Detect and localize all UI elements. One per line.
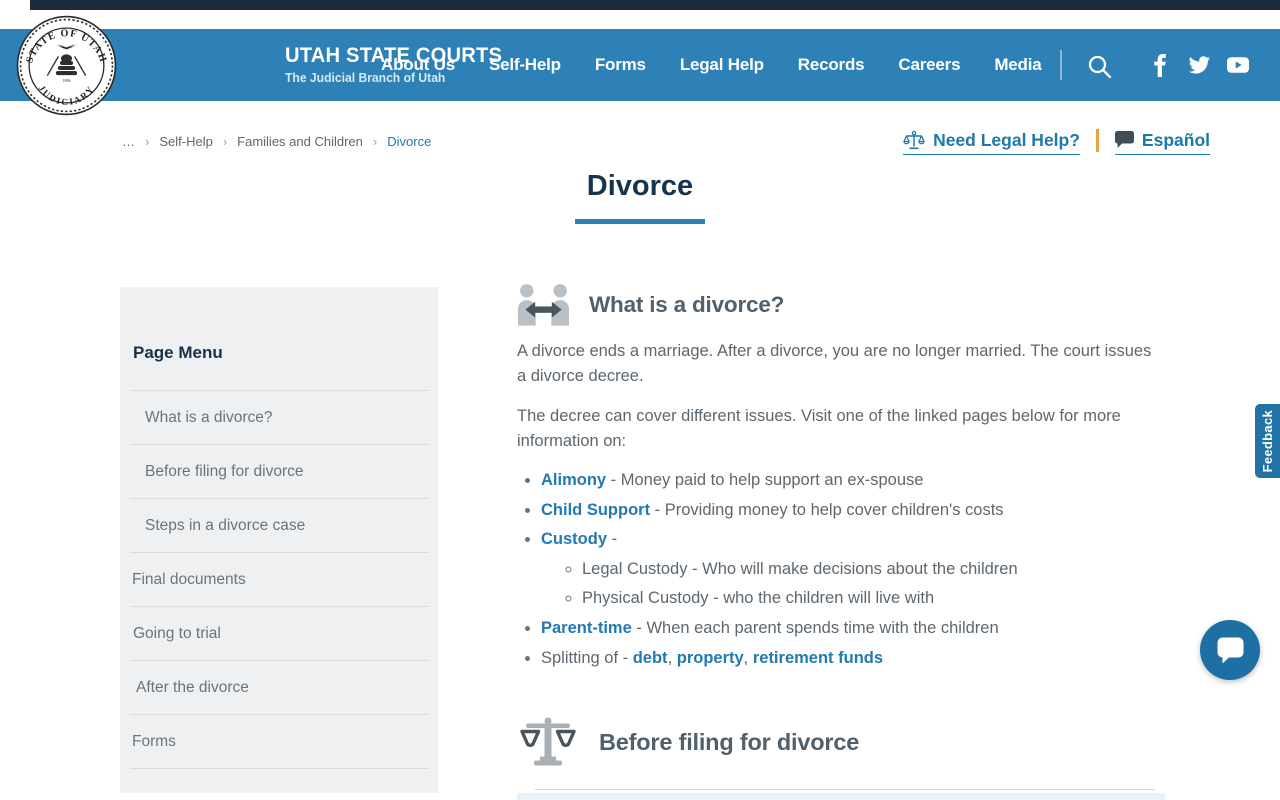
sidebar-item-steps-in-case[interactable]: Steps in a divorce case [120,499,438,552]
youtube-icon [1227,57,1249,73]
section-heading: What is a divorce? [589,292,784,318]
nav-item-legal-help[interactable]: Legal Help [680,55,764,75]
property-link[interactable]: property [677,649,744,667]
list-item-child-support: Child Support - Providing money to help … [541,499,1165,521]
alimony-link[interactable]: Alimony [541,471,606,489]
section-before-filing-header: Before filing for divorce [519,716,859,769]
intro-paragraph: A divorce ends a marriage. After a divor… [517,339,1157,388]
breadcrumb-collapsed-toggle[interactable]: … [122,134,135,149]
sidebar-item-forms[interactable]: Forms [120,715,438,768]
search-icon [1087,54,1113,80]
nav-item-media[interactable]: Media [994,55,1041,75]
breadcrumb-divorce-current: Divorce [387,134,431,149]
custody-link[interactable]: Custody [541,530,607,548]
twitter-icon [1189,56,1210,74]
sidebar-item-going-to-trial[interactable]: Going to trial [120,607,438,660]
sidebar-item-what-is-a-divorce[interactable]: What is a divorce? [120,391,438,444]
seal-year-text: 1896 [62,78,70,83]
list-item-alimony: Alimony - Money paid to help support an … [541,469,1165,491]
search-button[interactable] [1087,54,1113,80]
nav-item-records[interactable]: Records [798,55,865,75]
section-heading: Before filing for divorce [599,729,859,756]
chat-bubble-icon [1217,637,1244,664]
breadcrumb-separator: › [223,134,227,149]
breadcrumb: … › Self-Help › Families and Children › … [122,134,431,149]
youtube-button[interactable] [1226,53,1250,77]
breadcrumb-self-help[interactable]: Self-Help [159,134,212,149]
sidebar-item-final-documents[interactable]: Final documents [120,553,438,606]
content-divider [535,789,1155,790]
parent-time-description: - When each parent spends time with the … [632,619,999,637]
list-item-parent-time: Parent-time - When each parent spends ti… [541,617,1165,639]
sidebar-divider [130,768,428,769]
breadcrumb-separator: › [373,134,377,149]
seal-icon: STATE OF UTAH JUDICIARY 1896 [16,15,117,116]
comma-separator: , [668,649,677,667]
feedback-label: Feedback [1260,410,1275,472]
custody-description: - [607,530,617,548]
nav-item-about-us[interactable]: About Us [381,55,455,75]
social-links [1148,53,1250,77]
page-menu-title: Page Menu [120,287,438,390]
section-bg-strip [517,793,1165,800]
espanol-link[interactable]: Español [1115,130,1210,155]
chat-button[interactable] [1200,620,1260,680]
divorce-topics-list: Alimony - Money paid to help support an … [517,469,1165,669]
top-dark-bar [30,0,1280,10]
list-item-physical-custody: Physical Custody - who the children will… [582,587,1165,609]
page: STATE OF UTAH JUDICIARY 1896 UTAH STATE … [0,0,1280,800]
list-item-custody: Custody - Legal Custody - Who will make … [541,528,1165,609]
section-what-is-divorce-header: What is a divorce? [517,283,1165,326]
feedback-tab[interactable]: Feedback [1255,404,1280,478]
comma-separator: , [744,649,753,667]
nav-item-forms[interactable]: Forms [595,55,646,75]
list-item-legal-custody: Legal Custody - Who will make decisions … [582,558,1165,580]
utility-links: Need Legal Help? Español [903,129,1210,155]
parent-time-link[interactable]: Parent-time [541,619,632,637]
list-item-splitting: Splitting of - debt, property, retiremen… [541,647,1165,669]
utah-courts-seal-logo[interactable]: STATE OF UTAH JUDICIARY 1896 [16,15,117,116]
divorcing-couple-icon [517,283,570,326]
debt-link[interactable]: debt [633,649,668,667]
title-underline [575,219,705,224]
main-nav: About Us Self-Help Forms Legal Help Reco… [381,29,1042,101]
decree-paragraph: The decree can cover different issues. V… [517,404,1157,453]
need-legal-help-label: Need Legal Help? [933,130,1080,151]
nav-item-self-help[interactable]: Self-Help [489,55,561,75]
child-support-link[interactable]: Child Support [541,501,650,519]
nav-item-careers[interactable]: Careers [898,55,960,75]
speech-bubble-icon [1115,131,1134,149]
child-support-description: - Providing money to help cover children… [650,501,1003,519]
breadcrumb-separator: › [145,134,149,149]
sidebar-item-after-the-divorce[interactable]: After the divorce [120,661,438,714]
custody-sub-list: Legal Custody - Who will make decisions … [541,558,1165,609]
alimony-description: - Money paid to help support an ex-spous… [606,471,923,489]
facebook-icon [1154,54,1166,77]
nav-divider [1060,50,1062,80]
retirement-funds-link[interactable]: retirement funds [753,649,883,667]
twitter-button[interactable] [1187,53,1211,77]
page-menu-sidebar: Page Menu What is a divorce? Before fili… [120,287,438,793]
scales-icon [903,131,925,150]
page-title: Divorce [0,170,1280,203]
utility-divider [1096,129,1099,152]
espanol-label: Español [1142,130,1210,151]
breadcrumb-families-and-children[interactable]: Families and Children [237,134,363,149]
scales-of-justice-icon [519,716,577,769]
need-legal-help-link[interactable]: Need Legal Help? [903,130,1080,155]
facebook-button[interactable] [1148,53,1172,77]
splitting-prefix: Splitting of - [541,649,633,667]
sidebar-item-before-filing[interactable]: Before filing for divorce [120,445,438,498]
main-content: What is a divorce? A divorce ends a marr… [517,283,1165,676]
